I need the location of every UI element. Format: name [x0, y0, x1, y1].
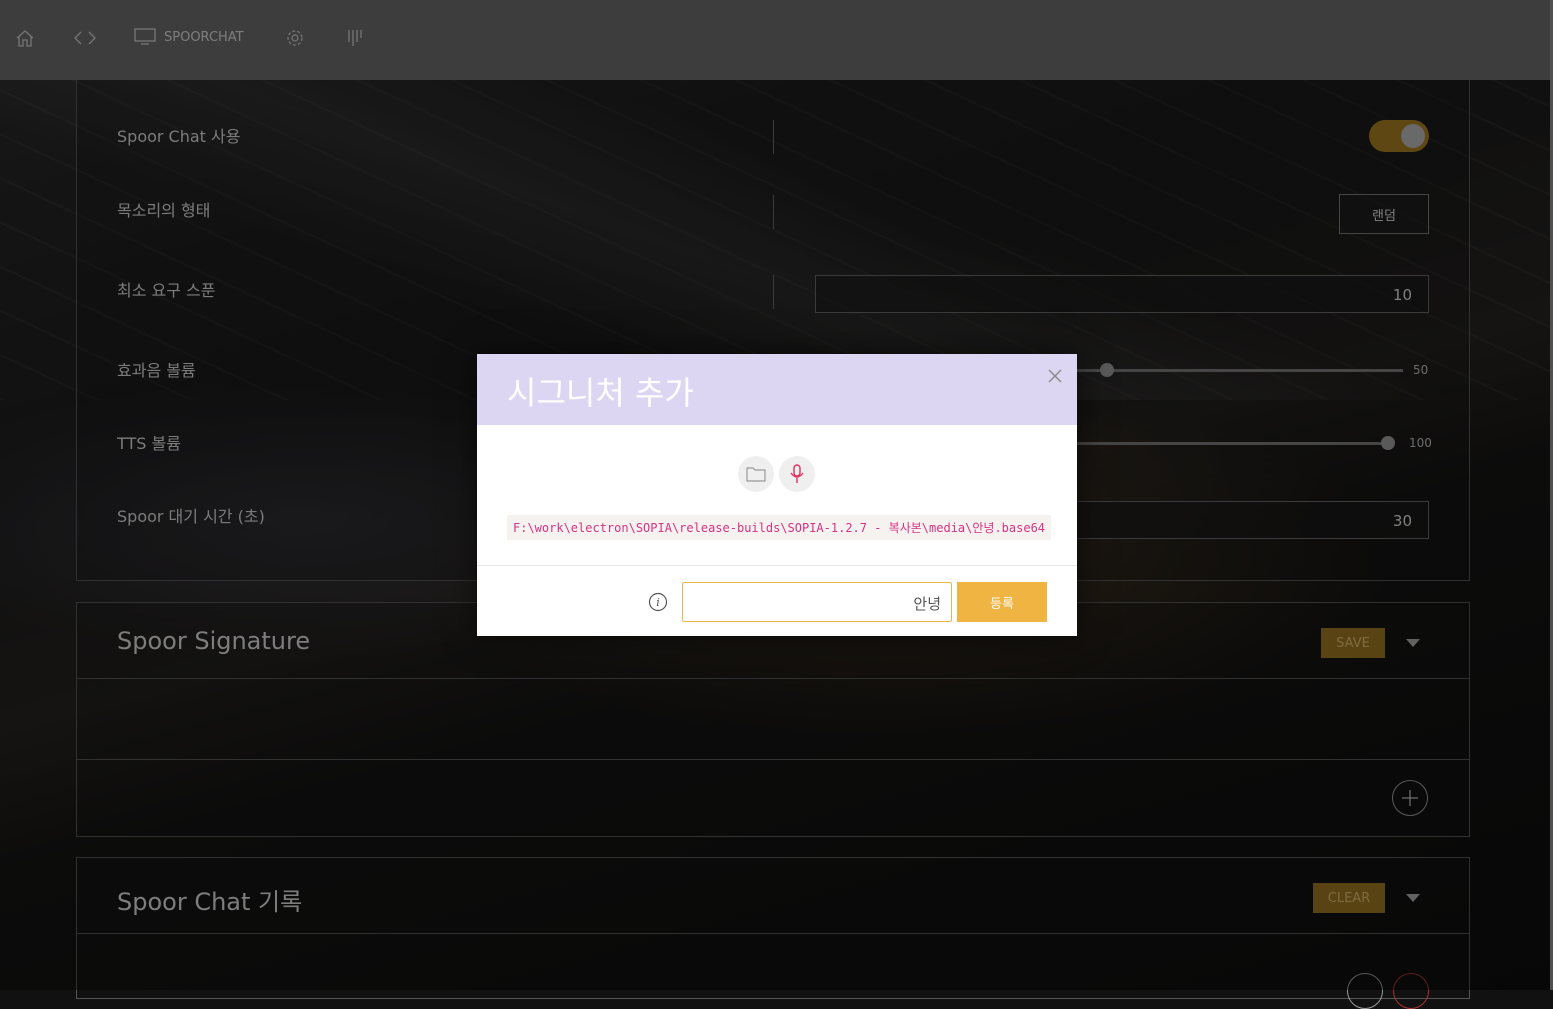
open-file-button[interactable] [738, 456, 774, 492]
signature-name-input[interactable]: 안녕 [682, 582, 952, 622]
folder-icon [746, 467, 766, 482]
selected-file-path: F:\work\electron\SOPIA\release-builds\SO… [507, 515, 1052, 540]
dialog-title: 시그니처 추가 [507, 374, 694, 412]
info-icon: i [648, 592, 668, 612]
microphone-icon [790, 464, 804, 483]
dialog-divider [477, 565, 1077, 566]
add-signature-dialog: 시그니처 추가 F:\work\electron\SOPIA\release-b… [477, 354, 1077, 636]
record-button[interactable] [779, 456, 815, 492]
register-button[interactable]: 등록 [957, 582, 1047, 622]
dialog-header: 시그니처 추가 [477, 354, 1077, 425]
svg-text:i: i [656, 596, 660, 609]
close-icon[interactable] [1047, 368, 1063, 384]
